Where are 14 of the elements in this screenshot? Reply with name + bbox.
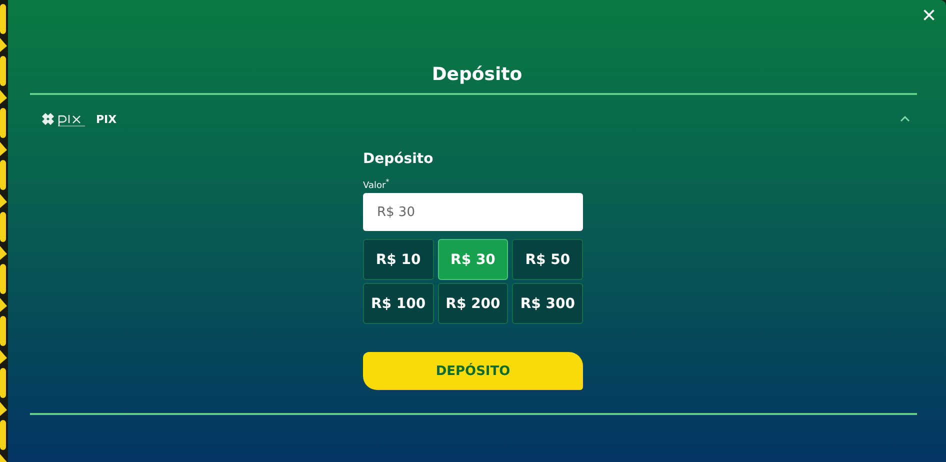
chevron-up-icon[interactable] bbox=[900, 116, 910, 122]
amount-option[interactable]: R$ 300 bbox=[512, 283, 583, 324]
amount-option[interactable]: R$ 200 bbox=[438, 283, 508, 324]
form-heading: Depósito bbox=[363, 151, 434, 169]
close-button[interactable]: × bbox=[918, 2, 940, 30]
deposit-button[interactable]: DEPÓSITO bbox=[363, 352, 583, 390]
pix-logo-icon bbox=[40, 111, 88, 127]
amount-option[interactable]: R$ 10 bbox=[363, 239, 434, 280]
amount-option[interactable]: R$ 50 bbox=[512, 239, 583, 280]
modal-title: Depósito bbox=[430, 63, 524, 87]
amount-input[interactable]: R$ 30 bbox=[363, 193, 583, 231]
field-label: Valor$^{*}$ bbox=[363, 178, 390, 190]
amount-option[interactable]: R$ 100 bbox=[363, 283, 434, 324]
payment-method-label: PIX bbox=[96, 112, 117, 126]
